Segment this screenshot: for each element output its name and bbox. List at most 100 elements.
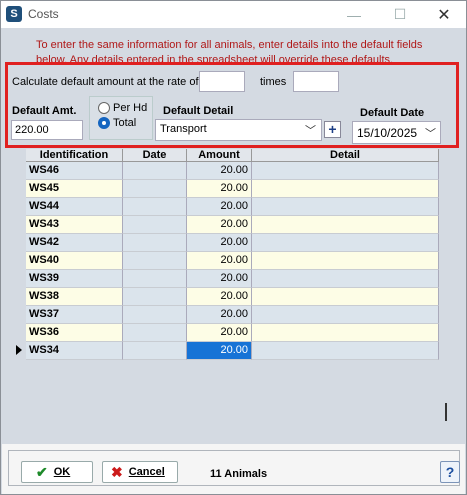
column-header-date[interactable]: Date [123,149,187,161]
cell-detail[interactable] [252,234,439,252]
cell-date[interactable] [123,180,187,198]
default-date-value: 15/10/2025 [357,126,418,140]
cell-amount[interactable]: 20.00 [187,216,252,234]
current-row-arrow-icon [16,345,22,355]
cell-detail[interactable] [252,216,439,234]
table-row[interactable]: WS38 20.00 [26,288,439,306]
table-row[interactable]: WS36 20.00 [26,324,439,342]
calc-rate-label: Calculate default amount at the rate of [12,76,199,88]
default-amount-input[interactable]: 220.00 [11,120,83,140]
cell-detail[interactable] [252,324,439,342]
costs-grid: Identification Date Amount Detail WS46 20… [16,149,439,363]
cell-amount[interactable]: 20.00 [187,342,252,360]
cell-detail[interactable] [252,252,439,270]
default-detail-select[interactable]: Transport ﹀ [155,119,322,141]
cell-date[interactable] [123,198,187,216]
cell-identification: WS46 [26,162,123,180]
help-button[interactable]: ? [440,461,460,483]
chevron-down-icon: ﹀ [305,125,316,137]
cell-identification: WS43 [26,216,123,234]
column-header-identification[interactable]: Identification [26,149,123,161]
animal-count: 11 Animals [210,468,268,480]
instructions-text: To enter the same information for all an… [36,39,423,62]
cell-identification: WS42 [26,234,123,252]
close-button[interactable]: ✕ [421,1,467,28]
cell-detail[interactable] [252,306,439,324]
cell-identification: WS40 [26,252,123,270]
cell-amount[interactable]: 20.00 [187,324,252,342]
cell-detail[interactable] [252,162,439,180]
cell-amount[interactable]: 20.00 [187,252,252,270]
cell-date[interactable] [123,216,187,234]
cell-date[interactable] [123,234,187,252]
cell-amount[interactable]: 20.00 [187,234,252,252]
table-row[interactable]: WS43 20.00 [26,216,439,234]
times-label: times [260,76,287,88]
cell-date[interactable] [123,288,187,306]
app-logo-icon: S [6,6,22,22]
footer-panel: ✔ OK ✖ Cancel 11 Animals ? [8,450,460,486]
ok-button[interactable]: ✔ OK [21,461,93,483]
default-date-picker[interactable]: 15/10/2025 ﹀ [352,121,441,144]
title-bar: S Costs — ☐ ✕ [1,1,466,28]
default-date-label: Default Date [360,107,425,119]
cancel-button[interactable]: ✖ Cancel [102,461,178,483]
table-row[interactable]: WS42 20.00 [26,234,439,252]
per-head-option[interactable]: Per Hd [98,102,147,114]
per-head-radio[interactable] [98,102,110,114]
grid-body: WS46 20.00 WS45 20.00 WS44 20.00 WS43 20.00 WS42… [16,162,439,360]
dialog-content: To enter the same information for all an… [2,28,465,444]
per-head-label: Per Hd [113,102,148,114]
cell-detail[interactable] [252,288,439,306]
cell-date[interactable] [123,270,187,288]
cell-identification: WS45 [26,180,123,198]
default-amount-label: Default Amt. [12,105,77,117]
x-icon: ✖ [111,463,123,480]
cell-amount[interactable]: 20.00 [187,288,252,306]
cell-identification: WS36 [26,324,123,342]
table-row[interactable]: WS45 20.00 [26,180,439,198]
table-row[interactable]: WS40 20.00 [26,252,439,270]
checkmark-icon: ✔ [36,463,48,480]
table-row[interactable]: WS39 20.00 [26,270,439,288]
column-header-amount[interactable]: Amount [187,149,252,161]
cell-identification: WS37 [26,306,123,324]
maximize-button[interactable]: ☐ [377,1,423,28]
cell-amount[interactable]: 20.00 [187,270,252,288]
rate-input[interactable] [199,71,245,92]
column-header-detail[interactable]: Detail [252,149,439,161]
cell-amount[interactable]: 20.00 [187,180,252,198]
chevron-down-icon: ﹀ [425,128,436,140]
table-row[interactable]: WS37 20.00 [26,306,439,324]
times-input[interactable] [293,71,339,92]
table-row[interactable]: WS44 20.00 [26,198,439,216]
table-row[interactable]: WS34 20.00 [16,342,439,360]
default-detail-value: Transport [160,123,207,135]
cell-date[interactable] [123,306,187,324]
cell-identification: WS44 [26,198,123,216]
cell-amount[interactable]: 20.00 [187,306,252,324]
cell-identification: WS34 [26,342,123,360]
total-radio[interactable] [98,117,110,129]
cell-date[interactable] [123,162,187,180]
cell-detail[interactable] [252,342,439,360]
cell-date[interactable] [123,342,187,360]
table-row[interactable]: WS46 20.00 [26,162,439,180]
minimize-button[interactable]: — [331,1,377,28]
total-label: Total [113,117,137,129]
cell-date[interactable] [123,324,187,342]
costs-window: S Costs — ☐ ✕ To enter the same informat… [0,0,467,495]
cell-detail[interactable] [252,198,439,216]
cell-detail[interactable] [252,270,439,288]
cell-identification: WS38 [26,288,123,306]
ok-label: OK [53,466,71,478]
window-title: Costs [28,7,59,21]
cell-amount[interactable]: 20.00 [187,198,252,216]
grid-scrollbar[interactable] [445,403,447,421]
add-detail-button[interactable]: + [324,121,341,138]
total-option[interactable]: Total [98,117,136,129]
cell-date[interactable] [123,252,187,270]
cancel-label: Cancel [128,466,165,478]
cell-detail[interactable] [252,180,439,198]
cell-amount[interactable]: 20.00 [187,162,252,180]
